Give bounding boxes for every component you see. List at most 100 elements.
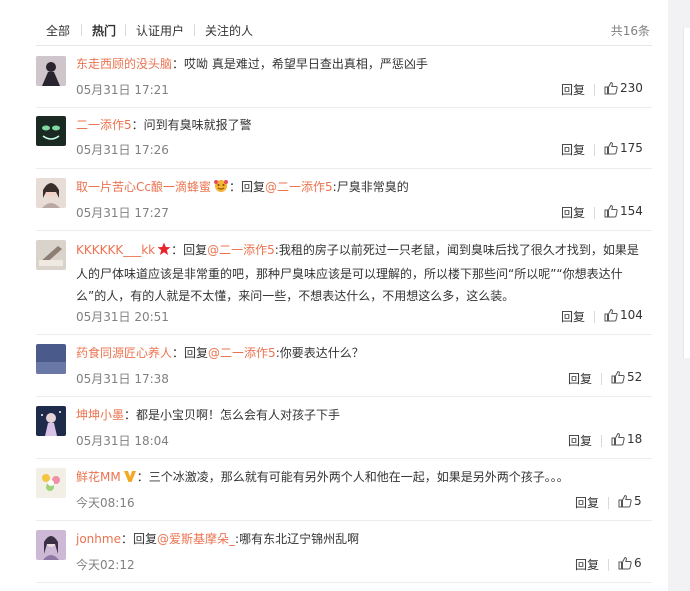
comment-text: 药食同源匠心养人：回复@二一添作5:你要表达什么？ xyxy=(76,346,364,360)
avatar[interactable] xyxy=(36,240,66,270)
comment-item: 东走西顾的没头脑：哎呦 真是难过，希望早日查出真相，严惩凶手 05月31日 17… xyxy=(36,48,652,108)
reply-button[interactable]: 回复 xyxy=(568,370,592,387)
avatar[interactable] xyxy=(36,530,66,560)
like-button[interactable]: 6 xyxy=(618,556,642,570)
mention-link[interactable]: @二一添作5 xyxy=(265,180,333,194)
action-divider xyxy=(608,497,609,509)
avatar[interactable] xyxy=(36,56,66,86)
vip-v-icon xyxy=(123,468,137,490)
comment-item: jonhme：回复@爱斯基摩朵_:哪有东北辽宁锦州乱啊 今天02:12 回复 6 xyxy=(36,521,652,583)
action-divider xyxy=(601,373,602,385)
thumbs-up-icon xyxy=(618,556,632,570)
action-divider xyxy=(601,435,602,447)
like-count: 175 xyxy=(620,141,643,155)
thumbs-up-icon xyxy=(604,141,618,155)
reply-button[interactable]: 回复 xyxy=(568,432,592,449)
comment-content: 你要表达什么？ xyxy=(279,346,364,360)
mention-link[interactable]: @爱斯基摩朵_ xyxy=(157,532,235,546)
comment-username[interactable]: 二一添作5 xyxy=(76,118,132,132)
tab-hot[interactable]: 热门 xyxy=(92,22,116,39)
reply-button[interactable]: 回复 xyxy=(561,204,585,221)
avatar[interactable] xyxy=(36,344,66,374)
reply-button[interactable]: 回复 xyxy=(561,81,585,98)
tab-following[interactable]: 关注的人 xyxy=(205,22,253,39)
like-button[interactable]: 18 xyxy=(611,432,642,446)
star-badge-icon xyxy=(157,241,171,263)
comment-item: 取一片苦心Cc酿一滴蜂蜜 ：回复@二一添作5:尸臭非常臭的 05月31日 17:2… xyxy=(36,169,652,231)
like-count: 18 xyxy=(627,432,643,446)
like-count: 230 xyxy=(620,81,643,95)
thumbs-up-icon xyxy=(604,81,618,95)
comment-date: 05月31日 17:27 xyxy=(76,206,169,220)
comment-item: KKKKKK___kk ：回复@二一添作5:我租的房子以前死过一只老鼠，闻到臭味后… xyxy=(36,231,652,335)
comment-filter-tabs: 全部 热门 认证用户 关注的人 共16条 xyxy=(36,16,652,46)
like-count: 104 xyxy=(620,308,643,322)
comment-content: 都是小宝贝啊！怎么会有人对孩子下手 xyxy=(136,408,341,422)
comment-content: 问到有臭味就报了警 xyxy=(143,118,252,132)
comment-username[interactable]: 东走西顾的没头脑 xyxy=(76,57,172,71)
mention-link[interactable]: @二一添作5 xyxy=(207,243,275,257)
like-button[interactable]: 5 xyxy=(618,494,642,508)
comment-text: 取一片苦心Cc酿一滴蜂蜜 ：回复@二一添作5:尸臭非常臭的 xyxy=(76,176,646,200)
avatar[interactable] xyxy=(36,178,66,208)
avatar[interactable] xyxy=(36,468,66,498)
like-count: 52 xyxy=(627,370,643,384)
comment-text: 二一添作5：问到有臭味就报了警 xyxy=(76,118,252,132)
thumbs-up-icon xyxy=(604,308,618,322)
comment-text: jonhme：回复@爱斯基摩朵_:哪有东北辽宁锦州乱啊 xyxy=(76,532,360,546)
like-button[interactable]: 52 xyxy=(611,370,642,384)
reply-button[interactable]: 回复 xyxy=(561,308,585,325)
comment-content: 尸臭非常臭的 xyxy=(336,180,409,194)
reply-button[interactable]: 回复 xyxy=(575,556,599,573)
comment-panel: 全部 热门 认证用户 关注的人 共16条 东走西顾的没头脑：哎呦 真是难过，希望… xyxy=(0,0,668,591)
comment-username[interactable]: 鲜花MM xyxy=(76,470,121,484)
comment-username[interactable]: 药食同源匠心养人 xyxy=(76,346,172,360)
like-button[interactable]: 154 xyxy=(604,204,643,218)
reply-button[interactable]: 回复 xyxy=(561,141,585,158)
comment-content: 哎呦 真是难过，希望早日查出真相，严惩凶手 xyxy=(184,57,428,71)
comment-username[interactable]: jonhme xyxy=(76,532,121,546)
avatar[interactable] xyxy=(36,116,66,146)
thumbs-up-icon xyxy=(618,494,632,508)
action-divider xyxy=(594,311,595,323)
tab-verified-users[interactable]: 认证用户 xyxy=(136,22,184,39)
like-button[interactable]: 230 xyxy=(604,81,643,95)
action-divider xyxy=(594,84,595,96)
comment-text: 坤坤小墨：都是小宝贝啊！怎么会有人对孩子下手 xyxy=(76,408,341,422)
like-button[interactable]: 104 xyxy=(604,308,643,322)
like-count: 5 xyxy=(634,494,642,508)
tab-divider xyxy=(194,24,195,36)
comment-date: 05月31日 20:51 xyxy=(76,310,169,324)
thumbs-up-icon xyxy=(604,204,618,218)
like-count: 154 xyxy=(620,204,643,218)
comment-date: 今天02:12 xyxy=(76,558,135,572)
comment-date: 今天08:16 xyxy=(76,496,135,510)
comment-username[interactable]: KKKKKK___kk xyxy=(76,243,155,257)
action-divider xyxy=(608,559,609,571)
comment-content: 哪有东北辽宁锦州乱啊 xyxy=(239,532,360,546)
tab-divider xyxy=(125,24,126,36)
comment-text: 东走西顾的没头脑：哎呦 真是难过，希望早日查出真相，严惩凶手 xyxy=(76,57,428,71)
comment-date: 05月31日 17:38 xyxy=(76,372,169,386)
avatar[interactable] xyxy=(36,406,66,436)
comment-text: 鲜花MM ：三个冰激凌，那么就有可能有另外两个人和他在一起，如果是另外两个孩子。。… xyxy=(76,466,646,490)
like-count: 6 xyxy=(634,556,642,570)
reply-button[interactable]: 回复 xyxy=(575,494,599,511)
comment-content: 三个冰激凌，那么就有可能有另外两个人和他在一起，如果是另外两个孩子。。。 xyxy=(148,470,569,484)
like-button[interactable]: 175 xyxy=(604,141,643,155)
comment-date: 05月31日 17:26 xyxy=(76,143,169,157)
comment-date: 05月31日 18:04 xyxy=(76,434,169,448)
comment-username[interactable]: 坤坤小墨 xyxy=(76,408,124,422)
mention-link[interactable]: @二一添作5 xyxy=(208,346,276,360)
side-card-edge xyxy=(683,28,690,358)
comment-count: 共16条 xyxy=(610,24,650,38)
comment-item: 鲜花MM ：三个冰激凌，那么就有可能有另外两个人和他在一起，如果是另外两个孩子。。… xyxy=(36,459,652,521)
action-divider xyxy=(594,207,595,219)
comment-item: 二一添作5：问到有臭味就报了警 05月31日 17:26 回复 175 xyxy=(36,108,652,169)
comment-item: 坤坤小墨：都是小宝贝啊！怎么会有人对孩子下手 05月31日 18:04 回复 1… xyxy=(36,397,652,459)
comment-item: 药食同源匠心养人：回复@二一添作5:你要表达什么？ 05月31日 17:38 回… xyxy=(36,335,652,397)
comment-username[interactable]: 取一片苦心Cc酿一滴蜂蜜 xyxy=(76,180,211,194)
tab-divider xyxy=(81,24,82,36)
thumbs-up-icon xyxy=(611,370,625,384)
tab-all[interactable]: 全部 xyxy=(46,22,70,39)
